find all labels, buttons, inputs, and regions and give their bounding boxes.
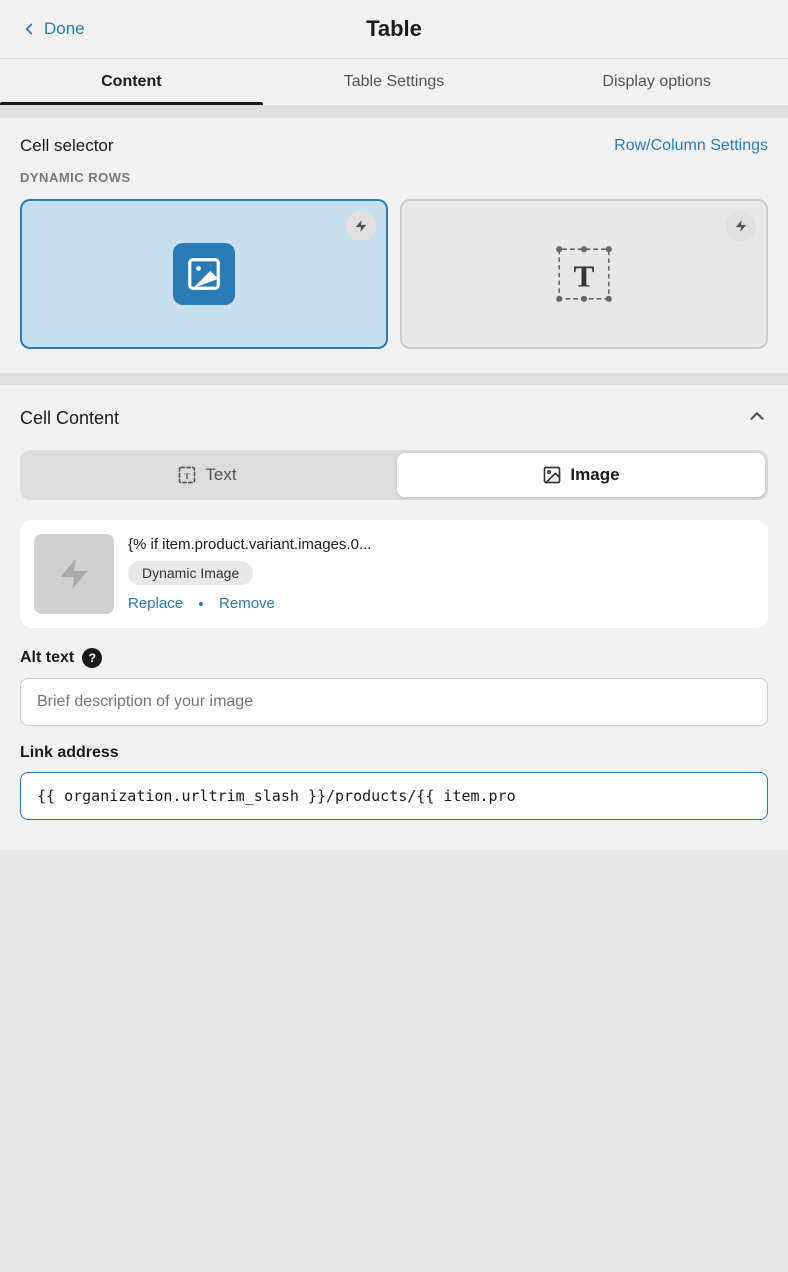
image-thumbnail: [34, 534, 114, 614]
back-button[interactable]: Done: [20, 19, 85, 39]
section-divider-2: [0, 373, 788, 385]
collapse-button[interactable]: [746, 405, 768, 432]
link-address-section: Link address: [20, 744, 768, 820]
tab-bar: Content Table Settings Display options: [0, 59, 788, 106]
svg-text:T: T: [185, 472, 191, 481]
dynamic-row-text-card[interactable]: T: [400, 199, 768, 349]
text-icon-large: T: [553, 243, 615, 305]
image-template-text: {% if item.product.variant.images.0...: [128, 536, 754, 553]
toggle-text-label: Text: [205, 465, 236, 485]
content-type-toggle: T Text Image: [20, 450, 768, 500]
header: Done Table: [0, 0, 788, 59]
lightning-badge-image: [346, 211, 376, 241]
image-card-info: {% if item.product.variant.images.0... D…: [128, 536, 754, 612]
cell-content-header: Cell Content: [20, 405, 768, 432]
link-address-label: Link address: [20, 744, 768, 762]
alt-text-section: Alt text ?: [20, 648, 768, 726]
action-dot-separator: [199, 602, 203, 606]
row-column-settings-link[interactable]: Row/Column Settings: [614, 137, 768, 155]
dynamic-rows-section: DYNAMIC ROWS: [0, 170, 788, 373]
dynamic-row-image-card[interactable]: [20, 199, 388, 349]
cell-content-section: Cell Content T Text Image: [0, 385, 788, 850]
dynamic-rows-grid: T: [20, 199, 768, 349]
alt-text-input[interactable]: [20, 678, 768, 726]
image-icon-large: [173, 243, 235, 305]
tab-table-settings[interactable]: Table Settings: [263, 59, 526, 105]
section-divider-1: [0, 106, 788, 118]
dynamic-image-badge: Dynamic Image: [128, 561, 253, 585]
remove-link[interactable]: Remove: [219, 595, 275, 612]
link-address-input[interactable]: [20, 772, 768, 820]
alt-text-label-row: Alt text ?: [20, 648, 768, 668]
image-content-card: {% if item.product.variant.images.0... D…: [20, 520, 768, 628]
cell-selector-label: Cell selector: [20, 136, 114, 156]
cell-selector-row: Cell selector Row/Column Settings: [0, 118, 788, 170]
toggle-text-btn[interactable]: T Text: [23, 453, 391, 497]
tab-display-options[interactable]: Display options: [525, 59, 788, 105]
cell-content-title: Cell Content: [20, 408, 119, 429]
page-title: Table: [366, 16, 422, 42]
replace-link[interactable]: Replace: [128, 595, 183, 612]
dynamic-rows-label: DYNAMIC ROWS: [20, 170, 768, 185]
lightning-badge-text: [726, 211, 756, 241]
image-actions: Replace Remove: [128, 595, 754, 612]
tab-content[interactable]: Content: [0, 59, 263, 105]
back-label: Done: [44, 19, 85, 39]
alt-text-help-icon[interactable]: ?: [82, 648, 102, 668]
svg-text:T: T: [574, 258, 595, 293]
toggle-image-btn[interactable]: Image: [397, 453, 765, 497]
toggle-image-label: Image: [570, 465, 619, 485]
